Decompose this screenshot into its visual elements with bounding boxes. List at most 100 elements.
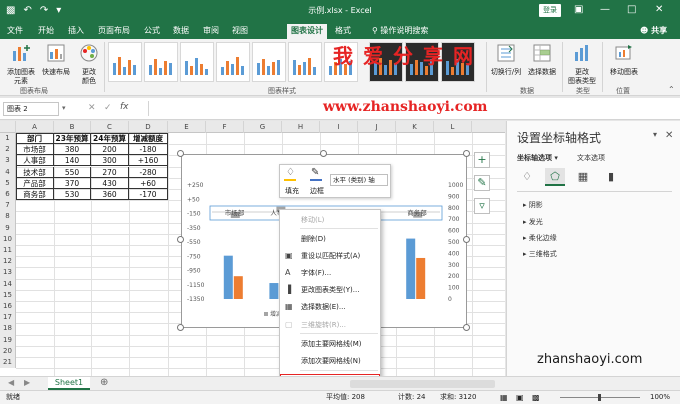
column-header[interactable]: K	[396, 121, 434, 133]
axis-options-bar-icon[interactable]: ▮	[601, 168, 621, 186]
name-box[interactable]: 图表 2	[3, 102, 59, 116]
add-sheet-icon[interactable]: ⊕	[100, 377, 108, 388]
fill-icon[interactable]: ♢	[286, 167, 295, 178]
row-header[interactable]: 7	[0, 200, 16, 212]
fill-line-icon[interactable]: ♢	[517, 168, 537, 186]
row-header[interactable]: 14	[0, 278, 16, 290]
row-header[interactable]: 19	[0, 334, 16, 346]
row-header[interactable]: 3	[0, 155, 16, 167]
section-3d-format[interactable]: ▸ 三维格式	[523, 249, 557, 259]
table-header-cell[interactable]: 增减额度	[129, 133, 168, 144]
login-button[interactable]: 登录	[539, 4, 561, 17]
effects-pentagon-icon[interactable]: ⬠	[545, 168, 565, 186]
table-header-cell[interactable]: 24年预算	[91, 133, 129, 144]
context-menu-item[interactable]: ▣ 重设以匹配样式(A)	[280, 249, 380, 263]
row-header[interactable]: 4	[0, 166, 16, 178]
table-header-cell[interactable]: 23年预算	[54, 133, 91, 144]
column-header[interactable]: B	[54, 121, 91, 133]
tab-axis-options[interactable]: 坐标轴选项 ▾	[517, 153, 558, 163]
row-header[interactable]: 6	[0, 189, 16, 201]
row-header[interactable]: 8	[0, 211, 16, 223]
column-header[interactable]: F	[206, 121, 244, 133]
resize-handle[interactable]	[463, 324, 470, 331]
table-cell[interactable]: 370	[54, 177, 91, 189]
chart-filter-icon[interactable]: ▿	[474, 198, 490, 214]
table-cell[interactable]: +60	[129, 177, 168, 189]
table-cell[interactable]: +160	[129, 155, 168, 167]
change-chart-type-button[interactable]: 更改 图表类型	[565, 43, 599, 86]
row-header[interactable]: 13	[0, 267, 16, 279]
context-menu-item[interactable]: ▦ 选择数据(E)...	[280, 300, 380, 314]
row-header[interactable]: 5	[0, 177, 16, 189]
pane-close-icon[interactable]: ✕	[665, 130, 673, 141]
resize-handle[interactable]	[177, 236, 184, 243]
chart-style-thumb[interactable]	[288, 42, 322, 82]
row-header[interactable]: 11	[0, 245, 16, 257]
horizontal-scrollbar[interactable]	[350, 380, 495, 388]
chart-style-thumb[interactable]	[180, 42, 214, 82]
table-cell[interactable]: 530	[54, 189, 91, 200]
row-header[interactable]: 15	[0, 289, 16, 301]
quick-layout-button[interactable]: 快速布局	[40, 43, 72, 77]
normal-view-icon[interactable]: ▦	[500, 391, 508, 404]
chart-style-thumb[interactable]	[216, 42, 250, 82]
column-header[interactable]: A	[16, 121, 54, 133]
ribbon-display-icon[interactable]: ▣	[574, 3, 583, 17]
section-soft-edges[interactable]: ▸ 柔化边缘	[523, 233, 557, 243]
table-header-cell[interactable]: 部门	[16, 133, 54, 144]
move-chart-button[interactable]: 移动图表	[606, 43, 642, 77]
table-cell[interactable]: 300	[91, 155, 129, 167]
table-cell[interactable]: -180	[129, 144, 168, 156]
sheet-tab-sheet1[interactable]: Sheet1	[48, 377, 90, 390]
tab-insert[interactable]: 插入	[68, 24, 84, 37]
tab-home[interactable]: 开始	[38, 24, 54, 37]
table-cell[interactable]: 技术部	[16, 166, 54, 178]
column-header[interactable]: H	[282, 121, 320, 133]
column-header[interactable]: G	[244, 121, 282, 133]
table-cell[interactable]: -170	[129, 189, 168, 200]
select-all-corner[interactable]	[0, 121, 16, 133]
chart-style-thumb[interactable]	[144, 42, 178, 82]
table-cell[interactable]: 市场部	[16, 144, 54, 156]
chart-element-selector[interactable]: 水平 (类别) 轴	[330, 174, 388, 186]
section-shadow[interactable]: ▸ 阴影	[523, 200, 543, 210]
next-sheet-icon[interactable]: ▶	[24, 378, 30, 387]
column-header[interactable]: E	[168, 121, 206, 133]
context-menu-item[interactable]: 添加次要网格线(N)	[280, 354, 380, 368]
row-header[interactable]: 18	[0, 323, 16, 335]
pane-options-dropdown-icon[interactable]: ▾	[653, 130, 657, 139]
name-box-dropdown-icon[interactable]: ▾	[62, 104, 66, 112]
table-cell[interactable]: 270	[91, 166, 129, 178]
tab-page-layout[interactable]: 页面布局	[98, 24, 130, 37]
close-icon[interactable]: ✕	[655, 3, 663, 17]
tab-view[interactable]: 视图	[232, 24, 248, 37]
row-header[interactable]: 17	[0, 312, 16, 324]
resize-handle[interactable]	[320, 150, 327, 157]
context-menu-item[interactable]: A 字体(F)...	[280, 266, 380, 280]
table-cell[interactable]: 产品部	[16, 177, 54, 189]
tell-me-search[interactable]: ⚲ 操作说明搜索	[372, 24, 428, 37]
table-cell[interactable]: -280	[129, 166, 168, 178]
resize-handle[interactable]	[177, 150, 184, 157]
add-chart-element-button[interactable]: 添加图表 元素	[3, 43, 39, 86]
cancel-icon[interactable]: ✕	[88, 103, 96, 113]
table-cell[interactable]: 商务部	[16, 189, 54, 200]
tab-formulas[interactable]: 公式	[144, 24, 160, 37]
table-cell[interactable]: 550	[54, 166, 91, 178]
prev-sheet-icon[interactable]: ◀	[8, 378, 14, 387]
row-header[interactable]: 16	[0, 301, 16, 313]
table-cell[interactable]: 430	[91, 177, 129, 189]
tab-data[interactable]: 数据	[173, 24, 189, 37]
table-cell[interactable]: 380	[54, 144, 91, 156]
chart-styles-brush-icon[interactable]: ✎	[474, 175, 490, 191]
context-menu-item[interactable]: 添加主要网格线(M)	[280, 337, 380, 351]
resize-handle[interactable]	[463, 236, 470, 243]
collapse-ribbon-icon[interactable]: ⌃	[668, 85, 675, 94]
section-glow[interactable]: ▸ 发光	[523, 217, 543, 227]
column-header[interactable]: I	[320, 121, 358, 133]
tab-review[interactable]: 审阅	[203, 24, 219, 37]
select-data-button[interactable]: 选择数据	[524, 43, 560, 77]
switch-row-column-button[interactable]: 切换行/列	[488, 43, 524, 77]
tab-file[interactable]: 文件	[7, 24, 23, 37]
page-layout-view-icon[interactable]: ▣	[516, 391, 524, 404]
